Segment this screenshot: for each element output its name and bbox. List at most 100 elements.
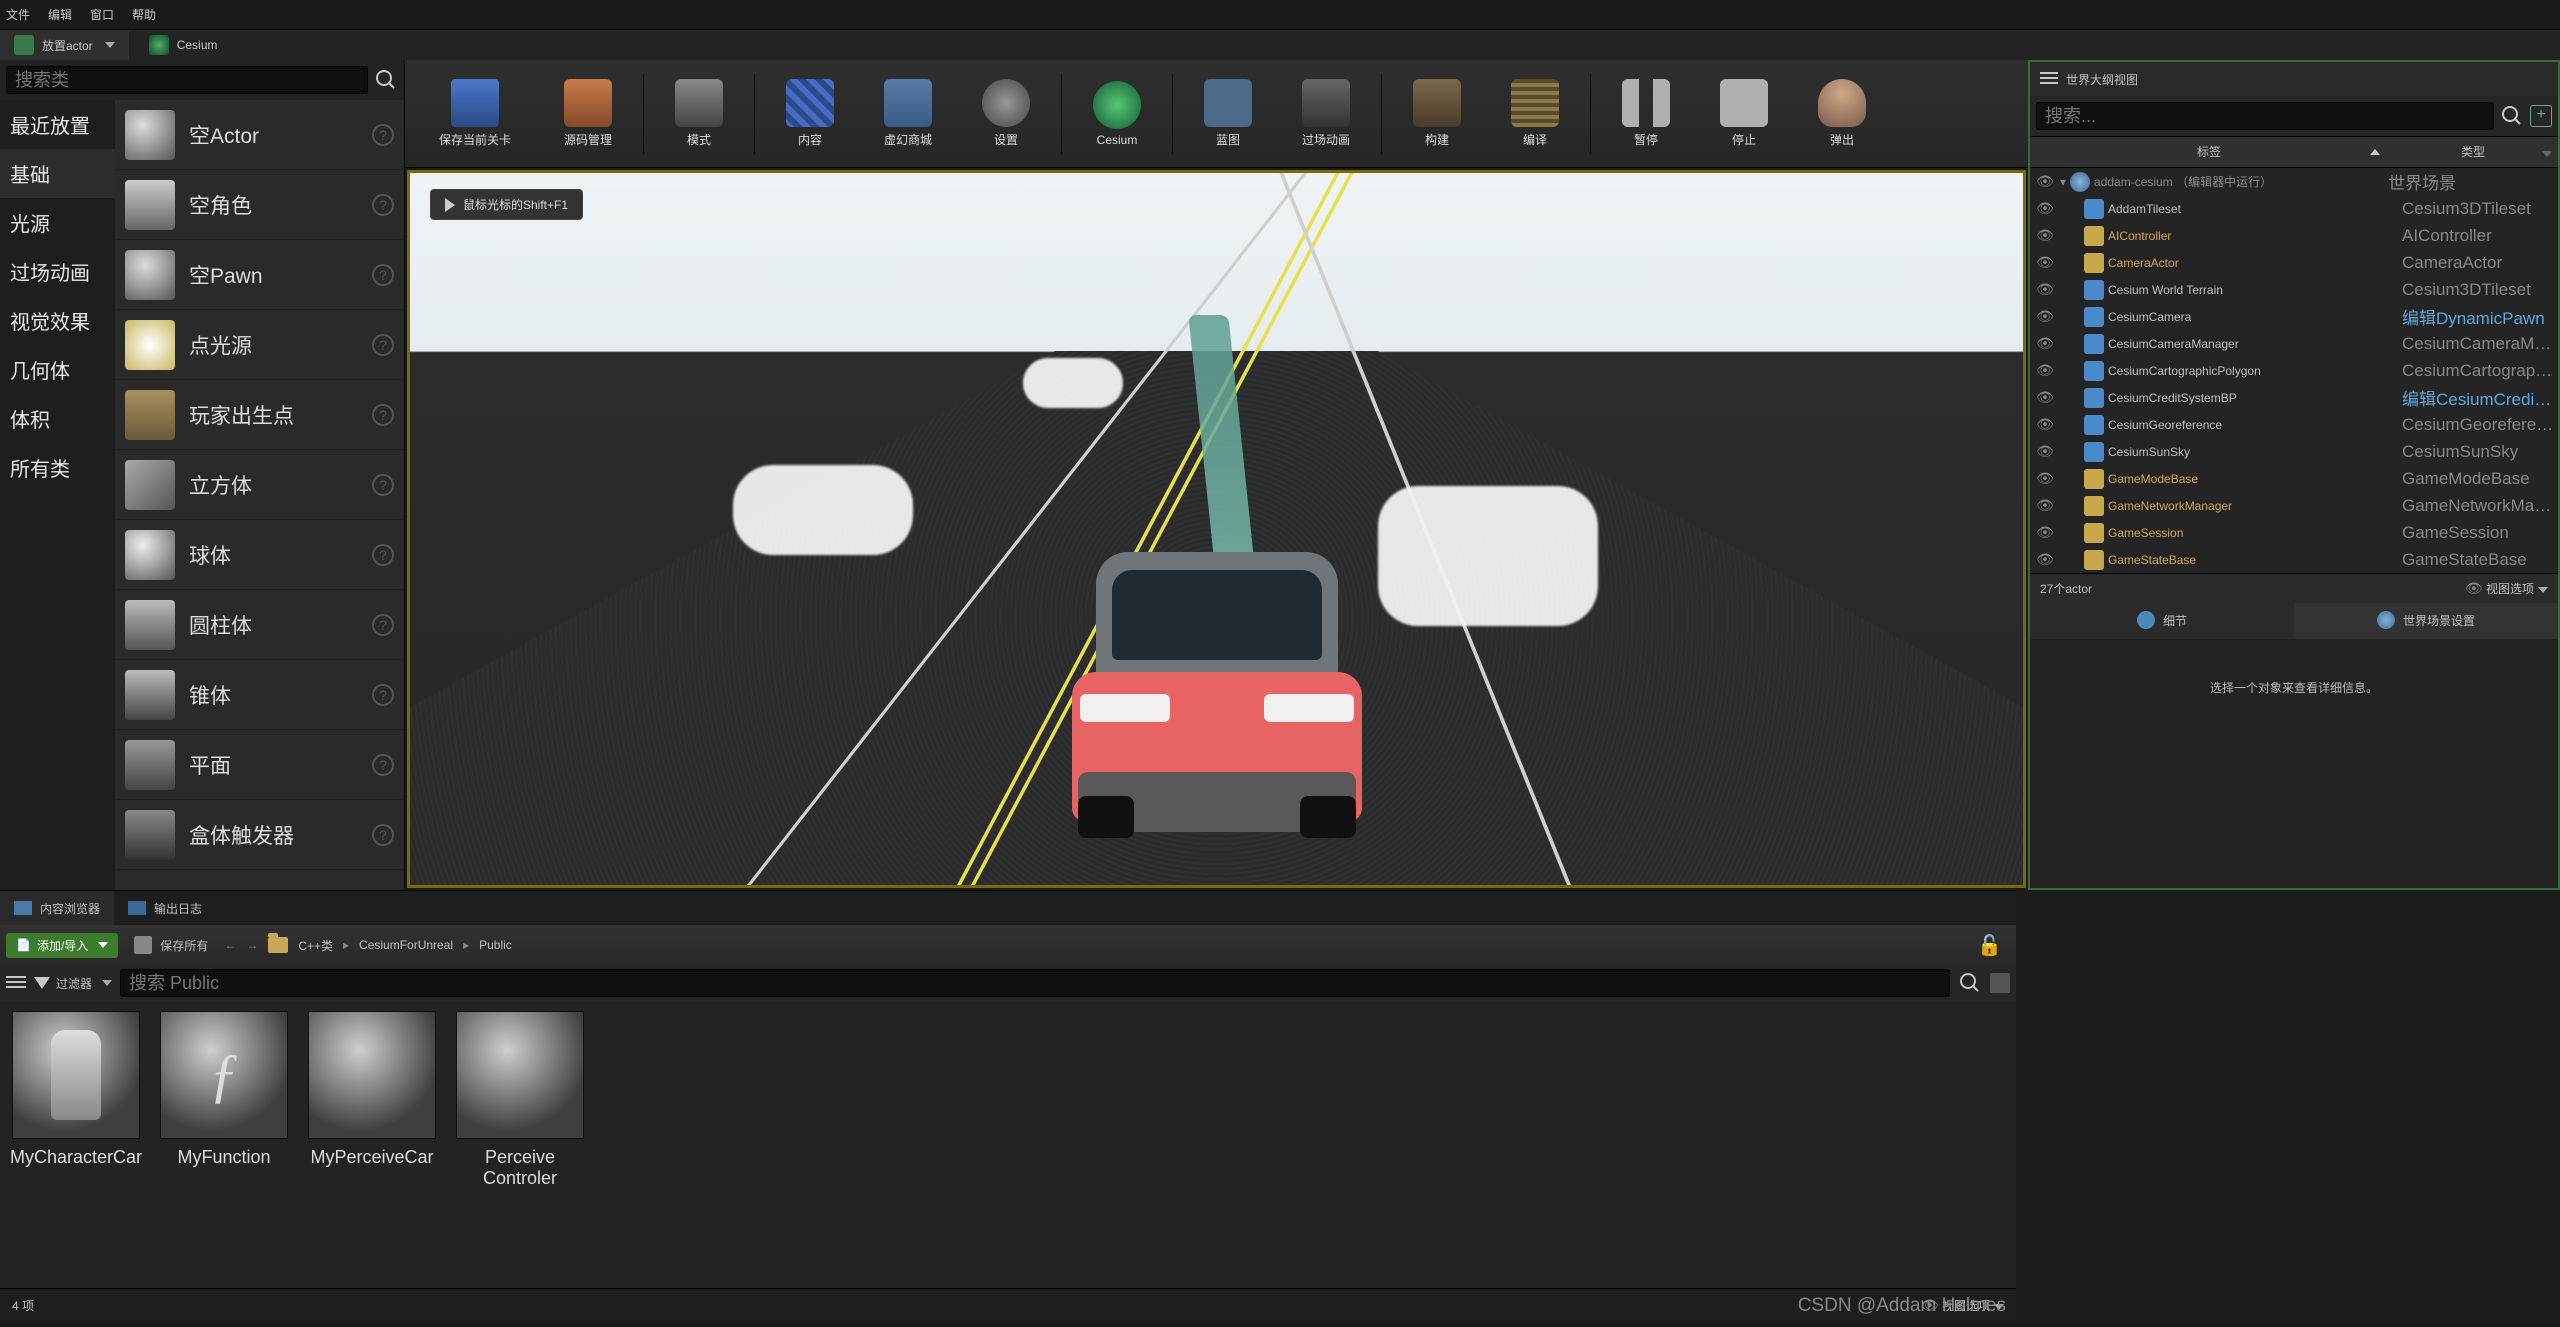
visibility-icon[interactable] bbox=[2034, 335, 2056, 352]
outliner-row[interactable]: CesiumGeoreference CesiumGeoreference bbox=[2030, 411, 2558, 438]
visibility-icon[interactable] bbox=[2034, 389, 2056, 406]
asset-item[interactable]: Perceive Controler bbox=[452, 1011, 588, 1189]
menu-edit[interactable]: 编辑 bbox=[48, 6, 72, 23]
outliner-row[interactable]: CesiumCamera 编辑DynamicPawn bbox=[2030, 303, 2558, 330]
nav-back-button[interactable]: ← bbox=[224, 938, 236, 952]
outliner-row[interactable]: GameSession GameSession bbox=[2030, 519, 2558, 546]
toolbar-source-button[interactable]: 源码管理 bbox=[539, 64, 637, 164]
visibility-icon[interactable] bbox=[2034, 173, 2056, 190]
visibility-icon[interactable] bbox=[2034, 281, 2056, 298]
menu-file[interactable]: 文件 bbox=[6, 6, 30, 23]
outliner-row[interactable]: GameNetworkManager GameNetworkManager bbox=[2030, 492, 2558, 519]
toolbar-modes-button[interactable]: 模式 bbox=[650, 64, 748, 164]
outliner-row[interactable]: CesiumCameraManager CesiumCameraManager bbox=[2030, 330, 2558, 357]
filters-button[interactable]: 过滤器 bbox=[34, 975, 112, 992]
info-icon[interactable]: ? bbox=[372, 754, 394, 776]
crumb-folder[interactable]: Public bbox=[479, 938, 512, 952]
add-actor-button[interactable]: + bbox=[2530, 105, 2552, 127]
search-icon[interactable] bbox=[1958, 971, 1982, 995]
tab-place-actor[interactable]: 放置actor bbox=[0, 30, 129, 60]
crumb-plugin[interactable]: CesiumForUnreal bbox=[359, 938, 453, 952]
tab-output-log[interactable]: 输出日志 bbox=[114, 891, 216, 925]
outliner-row[interactable]: CesiumCreditSystemBP 编辑CesiumCreditSyste… bbox=[2030, 384, 2558, 411]
visibility-icon[interactable] bbox=[2034, 227, 2056, 244]
actor-list-item[interactable]: 球体 ? bbox=[115, 520, 404, 590]
toolbar-save-button[interactable]: 保存当前关卡 bbox=[411, 64, 539, 164]
outliner-view-options[interactable]: 视图选项 bbox=[2465, 580, 2548, 597]
visibility-icon[interactable] bbox=[2034, 362, 2056, 379]
category-item[interactable]: 光源 bbox=[0, 198, 115, 247]
asset-item[interactable]: ƒ MyFunction bbox=[156, 1011, 292, 1168]
toolbar-cesium-button[interactable]: Cesium bbox=[1068, 64, 1166, 164]
actor-list-item[interactable]: 点光源 ? bbox=[115, 310, 404, 380]
info-icon[interactable]: ? bbox=[372, 124, 394, 146]
visibility-icon[interactable] bbox=[2034, 524, 2056, 541]
category-item[interactable]: 体积 bbox=[0, 394, 115, 443]
sources-toggle-icon[interactable] bbox=[6, 976, 26, 990]
content-search-input[interactable] bbox=[120, 969, 1950, 997]
info-icon[interactable]: ? bbox=[372, 334, 394, 356]
toolbar-compile-button[interactable]: 编译 bbox=[1486, 64, 1584, 164]
visibility-icon[interactable] bbox=[2034, 470, 2056, 487]
visibility-icon[interactable] bbox=[2034, 416, 2056, 433]
toolbar-settings-button[interactable]: 设置 bbox=[957, 64, 1055, 164]
search-icon[interactable] bbox=[2500, 104, 2524, 128]
asset-item[interactable]: MyCharacterCar bbox=[8, 1011, 144, 1168]
info-icon[interactable]: ? bbox=[372, 404, 394, 426]
tab-details[interactable]: 细节 bbox=[2030, 603, 2294, 639]
actor-list-item[interactable]: 锥体 ? bbox=[115, 660, 404, 730]
menu-window[interactable]: 窗口 bbox=[90, 6, 114, 23]
actor-list-item[interactable]: 空角色 ? bbox=[115, 170, 404, 240]
category-item[interactable]: 最近放置 bbox=[0, 100, 115, 149]
folder-icon[interactable] bbox=[268, 937, 288, 953]
info-icon[interactable]: ? bbox=[372, 684, 394, 706]
search-icon[interactable] bbox=[374, 68, 398, 92]
toolbar-stop-button[interactable]: 停止 bbox=[1695, 64, 1793, 164]
info-icon[interactable]: ? bbox=[372, 474, 394, 496]
visibility-icon[interactable] bbox=[2034, 254, 2056, 271]
info-icon[interactable]: ? bbox=[372, 194, 394, 216]
actor-list-item[interactable]: 空Pawn ? bbox=[115, 240, 404, 310]
actor-item-list[interactable]: 空Actor ? 空角色 ? 空Pawn ? 点光源 ? 玩家出生点 ? 立方体… bbox=[115, 100, 404, 890]
add-import-button[interactable]: 📄 添加/导入 bbox=[6, 933, 118, 958]
visibility-icon[interactable] bbox=[2034, 200, 2056, 217]
menu-help[interactable]: 帮助 bbox=[132, 6, 156, 23]
visibility-icon[interactable] bbox=[2034, 551, 2056, 568]
save-search-icon[interactable] bbox=[1990, 973, 2010, 993]
save-all-button[interactable]: 保存所有 bbox=[128, 936, 214, 954]
outliner-root-row[interactable]: ▾ addam-cesium （编辑器中运行） 世界场景 bbox=[2030, 168, 2558, 195]
outliner-row[interactable]: AIController AIController bbox=[2030, 222, 2558, 249]
outliner-list[interactable]: ▾ addam-cesium （编辑器中运行） 世界场景 AddamTilese… bbox=[2030, 168, 2558, 573]
category-item[interactable]: 几何体 bbox=[0, 345, 115, 394]
visibility-icon[interactable] bbox=[2034, 443, 2056, 460]
actor-list-item[interactable]: 立方体 ? bbox=[115, 450, 404, 520]
actor-list-item[interactable]: 玩家出生点 ? bbox=[115, 380, 404, 450]
outliner-row[interactable]: CameraActor CameraActor bbox=[2030, 249, 2558, 276]
toolbar-eject-button[interactable]: 弹出 bbox=[1793, 64, 1891, 164]
visibility-icon[interactable] bbox=[2034, 497, 2056, 514]
outliner-col-label[interactable]: 标签 bbox=[2030, 137, 2388, 167]
outliner-row[interactable]: CesiumSunSky CesiumSunSky bbox=[2030, 438, 2558, 465]
toolbar-marketplace-button[interactable]: 虚幻商城 bbox=[859, 64, 957, 164]
toolbar-content-button[interactable]: 内容 bbox=[761, 64, 859, 164]
outliner-row[interactable]: Cesium World Terrain Cesium3DTileset bbox=[2030, 276, 2558, 303]
category-item[interactable]: 视觉效果 bbox=[0, 296, 115, 345]
crumb-root[interactable]: C++类 bbox=[298, 937, 333, 954]
tab-world-settings[interactable]: 世界场景设置 bbox=[2294, 603, 2558, 639]
outliner-row[interactable]: CesiumCartographicPolygon CesiumCartogra… bbox=[2030, 357, 2558, 384]
toolbar-blueprint-button[interactable]: 蓝图 bbox=[1179, 64, 1277, 164]
asset-grid[interactable]: MyCharacterCarƒ MyFunction MyPerceiveCar… bbox=[0, 1001, 2016, 1288]
visibility-icon[interactable] bbox=[2034, 308, 2056, 325]
outliner-row[interactable]: AddamTileset Cesium3DTileset bbox=[2030, 195, 2558, 222]
outliner-row[interactable]: GameStateBase GameStateBase bbox=[2030, 546, 2558, 573]
outliner-row[interactable]: GameModeBase GameModeBase bbox=[2030, 465, 2558, 492]
category-item[interactable]: 过场动画 bbox=[0, 247, 115, 296]
category-item[interactable]: 所有类 bbox=[0, 443, 115, 492]
lock-icon[interactable]: 🔓 bbox=[1977, 933, 2010, 958]
info-icon[interactable]: ? bbox=[372, 264, 394, 286]
info-icon[interactable]: ? bbox=[372, 824, 394, 846]
actor-list-item[interactable]: 空Actor ? bbox=[115, 100, 404, 170]
tab-cesium[interactable]: Cesium bbox=[135, 30, 232, 60]
expand-icon[interactable]: ▾ bbox=[2060, 175, 2066, 189]
game-viewport[interactable]: 鼠标光标的Shift+F1 bbox=[407, 170, 2026, 888]
